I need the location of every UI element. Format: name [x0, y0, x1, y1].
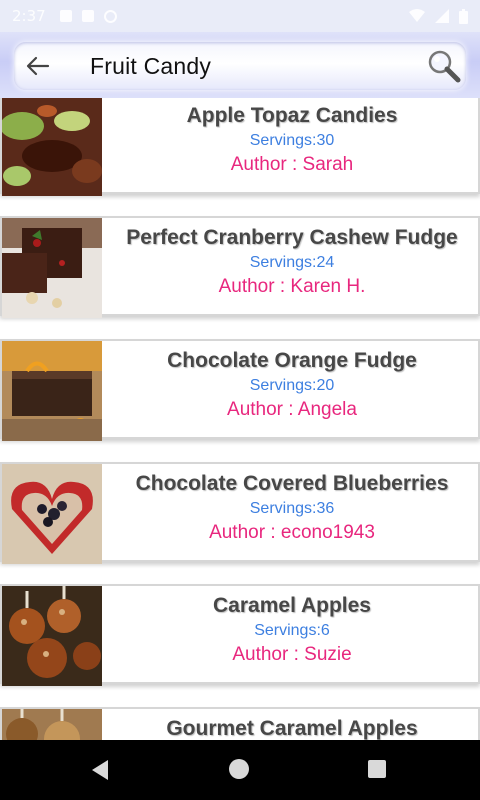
recipe-info: Apple Topaz Candies Servings:30 Author :… — [102, 98, 480, 196]
recipe-servings: Servings:30 — [249, 132, 335, 149]
recipe-card-frame: Chocolate Orange Fudge Servings:20 Autho… — [0, 339, 480, 441]
system-icons — [409, 8, 468, 24]
recipe-author: Author : econo1943 — [209, 522, 375, 543]
recipe-card-frame: Perfect Cranberry Cashew Fudge Servings:… — [0, 216, 480, 318]
recipe-title: Perfect Cranberry Cashew Fudge — [126, 226, 458, 249]
recipe-card[interactable]: Apple Topaz Candies Servings:30 Author :… — [0, 98, 480, 206]
recipe-author: Author : Karen H. — [218, 276, 366, 297]
recipe-info: Chocolate Orange Fudge Servings:20 Autho… — [102, 341, 480, 441]
search-input[interactable]: Fruit Candy — [90, 53, 211, 80]
recipe-thumbnail — [2, 586, 102, 686]
recipe-thumbnail — [2, 709, 102, 740]
recipe-list[interactable]: Apple Topaz Candies Servings:30 Author :… — [0, 98, 480, 740]
signal-icon — [435, 9, 449, 23]
recipe-info: Perfect Cranberry Cashew Fudge Servings:… — [102, 218, 480, 318]
sd-card-icon — [81, 9, 94, 22]
recipe-card[interactable]: Chocolate Covered Blueberries Servings:3… — [0, 462, 480, 574]
recipe-thumbnail — [2, 218, 102, 318]
recipe-card-frame: Chocolate Covered Blueberries Servings:3… — [0, 462, 480, 564]
recipe-card-frame: Apple Topaz Candies Servings:30 Author :… — [0, 98, 480, 196]
recipe-info: Caramel Apples Servings:6 Author : Suzie — [102, 586, 480, 686]
recipe-servings: Servings:36 — [249, 500, 335, 517]
recipe-info: Chocolate Covered Blueberries Servings:3… — [102, 464, 480, 564]
recipe-servings: Servings:6 — [254, 622, 330, 639]
recipe-info: Gourmet Caramel Apples — [102, 709, 480, 740]
recipe-title: Apple Topaz Candies — [186, 104, 398, 127]
nav-back-icon[interactable] — [90, 760, 110, 780]
search-icon[interactable] — [426, 48, 462, 84]
recipe-card-frame: Gourmet Caramel Apples — [0, 707, 480, 740]
recipe-author: Author : Angela — [227, 399, 357, 420]
recipe-servings: Servings:24 — [249, 254, 335, 271]
notification-icon — [59, 9, 72, 22]
status-time: 2:37 — [12, 7, 46, 25]
nav-home-icon[interactable] — [229, 759, 249, 779]
status-bar: 2:37 — [0, 0, 480, 32]
recipe-title: Chocolate Orange Fudge — [167, 349, 417, 372]
recipe-card-frame: Caramel Apples Servings:6 Author : Suzie — [0, 584, 480, 686]
battery-icon — [459, 8, 468, 24]
recipe-author: Author : Suzie — [232, 644, 352, 665]
notification-icons — [59, 9, 117, 23]
recipe-title: Chocolate Covered Blueberries — [135, 472, 449, 495]
nav-recents-icon[interactable] — [368, 760, 386, 778]
recipe-servings: Servings:20 — [249, 377, 335, 394]
recipe-title: Gourmet Caramel Apples — [166, 717, 418, 740]
recipe-thumbnail — [2, 341, 102, 441]
wifi-icon — [409, 9, 425, 22]
recipe-thumbnail — [2, 98, 102, 196]
recipe-card[interactable]: Perfect Cranberry Cashew Fudge Servings:… — [0, 216, 480, 328]
navigation-bar — [0, 740, 480, 800]
recipe-card[interactable]: Gourmet Caramel Apples — [0, 707, 480, 740]
sync-icon — [103, 9, 117, 23]
recipe-title: Caramel Apples — [213, 594, 371, 617]
recipe-card[interactable]: Chocolate Orange Fudge Servings:20 Autho… — [0, 339, 480, 451]
recipe-card[interactable]: Caramel Apples Servings:6 Author : Suzie — [0, 584, 480, 696]
recipe-thumbnail — [2, 464, 102, 564]
arrow-back-icon — [26, 56, 50, 76]
search-toolbar: Fruit Candy — [0, 32, 480, 98]
back-button[interactable] — [22, 50, 54, 82]
search-field[interactable]: Fruit Candy — [14, 42, 466, 90]
recipe-author: Author : Sarah — [230, 154, 354, 175]
